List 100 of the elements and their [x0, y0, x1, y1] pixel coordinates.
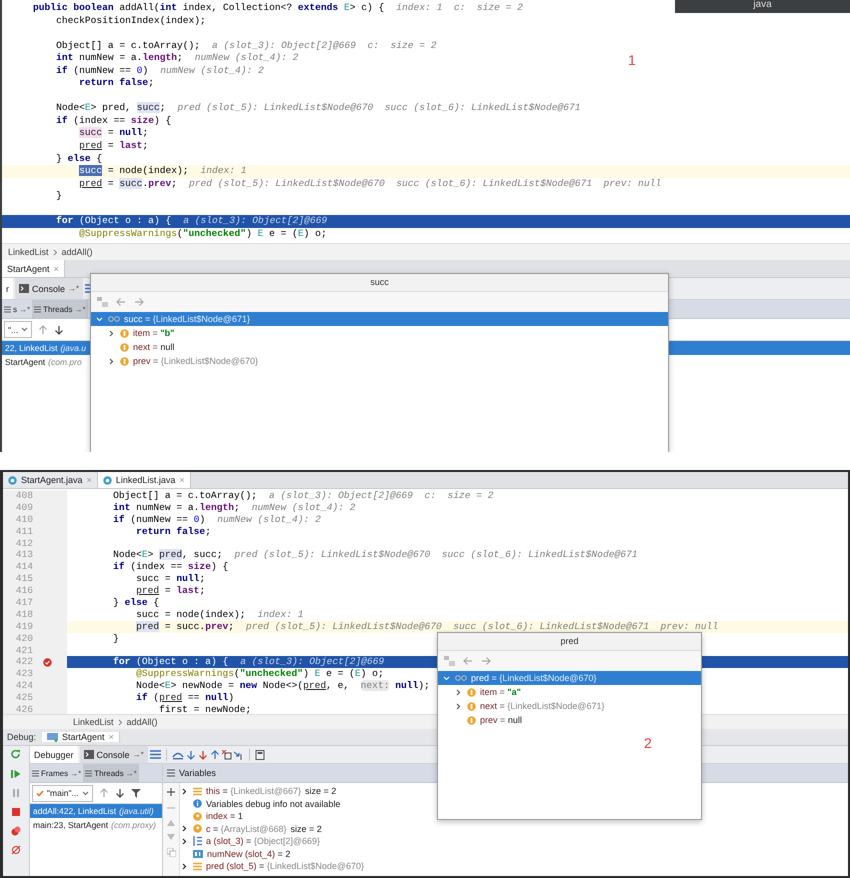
terminal-icon	[19, 284, 29, 293]
breadcrumb-item[interactable]: addAll()	[126, 717, 158, 727]
line-number: 421	[14, 644, 33, 656]
code-text: Object[] a = c.toArray();	[113, 490, 257, 502]
monitor-icon	[47, 732, 58, 742]
tree-row[interactable]: item = "b"	[91, 326, 668, 340]
tree-entry: succ = {LinkedList$Node@671}	[124, 314, 250, 324]
tree-row[interactable]: next = {LinkedList$Node@671}	[438, 699, 701, 713]
chevron-right-icon[interactable]	[181, 788, 188, 795]
chevron-right-icon[interactable]	[108, 330, 115, 336]
line-number: 420	[14, 632, 33, 645]
variable-entry[interactable]: numNew (slot_4) = 2	[207, 848, 290, 859]
popup-title: succ	[91, 274, 668, 292]
thread-dropdown[interactable]: "...	[4, 321, 32, 338]
mute-breakpoints-icon[interactable]	[11, 845, 21, 855]
calculator-icon[interactable]	[254, 750, 265, 760]
session-tab[interactable]: StartAgent ×	[42, 732, 120, 742]
popup-title: pred	[438, 633, 701, 651]
code-text: if (numNew == 0)	[56, 64, 148, 78]
tree-row[interactable]: succ = {LinkedList$Node@671}	[91, 312, 668, 326]
back-arrow-icon[interactable]	[463, 656, 473, 666]
chevron-right-icon[interactable]	[181, 862, 188, 870]
cursor-arrow-icon[interactable]	[234, 750, 244, 760]
class-icon	[8, 476, 17, 484]
debugger-tab[interactable]: Console →*	[80, 746, 148, 763]
debugger-tab[interactable]: r	[2, 278, 13, 299]
line-number: 413	[14, 549, 33, 562]
tree-row[interactable]: prev = {LinkedList$Node@670}	[91, 354, 668, 368]
list-icon	[167, 769, 175, 777]
tree-row[interactable]: pred = {LinkedList$Node@670}	[438, 671, 701, 685]
pane-tab[interactable]: s →*	[2, 300, 32, 318]
inline-value-hint: a (slot_3): Object[2]@669	[240, 656, 384, 668]
tree-row[interactable]: next = null	[91, 340, 668, 354]
code-text: return false;	[79, 77, 154, 90]
forward-arrow-icon[interactable]	[481, 656, 491, 666]
inline-value-hint: numNew (slot_4): 2	[252, 502, 356, 514]
annotation-number: 1	[628, 52, 636, 68]
chevron-right-icon[interactable]	[455, 702, 462, 710]
down-arrow-icon[interactable]	[54, 324, 64, 334]
forward-arrow-icon[interactable]	[134, 297, 144, 307]
chevron-right-icon[interactable]	[181, 825, 188, 832]
debugger-tab[interactable]: Debugger	[30, 746, 78, 763]
rerun-icon[interactable]	[11, 750, 21, 760]
debugger-tab[interactable]: Console →*	[15, 278, 84, 299]
down-arrow-icon[interactable]	[186, 750, 196, 760]
session-tab[interactable]: StartAgent ×	[2, 260, 65, 277]
tree-entry: item = "a"	[480, 687, 521, 697]
code-text: if (pred == null)	[136, 692, 234, 704]
breadcrumb-item[interactable]: addAll()	[62, 247, 93, 257]
breakpoints-icon[interactable]	[11, 826, 21, 836]
inline-value-hint: pred (slot_5): LinkedList$Node@670 succ (slot_6): LinkedList$Node@671	[177, 102, 580, 115]
thread-dropdown[interactable]: "main"...	[32, 784, 93, 802]
pane-tab[interactable]: Threads →*	[32, 300, 88, 318]
down-arrow-icon[interactable]	[114, 788, 125, 798]
chevron-right-icon[interactable]	[181, 838, 188, 845]
variable-entry[interactable]: this = {LinkedList@667} size = 2	[206, 786, 336, 796]
variable-entry[interactable]: a (slot_3) = {Object[2]@669}	[206, 836, 320, 846]
up-arrow-icon[interactable]	[98, 788, 109, 798]
editor-tab[interactable]: StartAgent.java ×	[3, 472, 98, 488]
chevron-right-icon[interactable]	[108, 358, 115, 364]
tree-entry: item = "b"	[133, 328, 174, 338]
tree-entry: next = {LinkedList$Node@671}	[480, 701, 605, 711]
breadcrumb-item[interactable]: LinkedList	[8, 247, 49, 257]
variable-entry[interactable]: pred (slot_5) = {LinkedList$Node@670}	[206, 861, 364, 872]
filter-icon[interactable]	[130, 788, 141, 798]
pane-tab[interactable]: Threads →*	[83, 764, 139, 782]
chevron-down-icon[interactable]	[96, 316, 103, 322]
variable-entry[interactable]: c = {ArrayList@668} size = 2	[206, 824, 322, 834]
line-number: 414	[14, 561, 33, 574]
tree-entry: pred = {LinkedList$Node@670}	[471, 673, 597, 683]
chevron-icon	[118, 718, 123, 726]
chevron-right-icon[interactable]	[455, 688, 462, 696]
code-text: pred = last;	[136, 585, 206, 598]
window-tab[interactable]: java	[675, 0, 850, 13]
variable-entry[interactable]: index = 1	[206, 811, 243, 822]
code-text: return false;	[136, 526, 211, 538]
breadcrumb-item[interactable]: LinkedList	[73, 717, 114, 727]
line-number: 425	[14, 692, 33, 704]
resume-icon[interactable]	[11, 769, 21, 779]
list-icon[interactable]	[150, 750, 161, 759]
stack-frame[interactable]: addAll:422, LinkedList (java.util)	[30, 804, 162, 818]
down-arrow-icon[interactable]	[198, 750, 208, 760]
inline-value-hint: index: 1	[200, 165, 247, 178]
plus-icon[interactable]	[167, 788, 175, 796]
tree-row[interactable]: item = "a"	[438, 685, 701, 699]
chevron-down-icon[interactable]	[443, 674, 450, 682]
stop-icon[interactable]	[11, 807, 21, 817]
editor-tab[interactable]: LinkedList.java ×	[98, 472, 191, 488]
back-arrow-icon[interactable]	[116, 297, 126, 307]
dropdown-caret-icon	[21, 327, 28, 332]
code-text: }	[56, 190, 62, 203]
up-arrow-icon[interactable]	[38, 324, 48, 334]
line-number: 422	[14, 656, 33, 668]
up-arrow-icon[interactable]	[210, 750, 220, 760]
tree-row[interactable]: prev = null	[438, 713, 701, 727]
frame-drop-icon[interactable]	[222, 750, 232, 760]
inline-value-hint: pred (slot_5): LinkedList$Node@670 succ (slot_6): LinkedList$Node@671 prev: null	[189, 178, 662, 190]
stack-frame[interactable]: main:23, StartAgent (com.proxy)	[30, 818, 162, 832]
pane-tab[interactable]: Frames →*	[30, 764, 84, 782]
code-text: succ = node(index);	[136, 608, 246, 621]
